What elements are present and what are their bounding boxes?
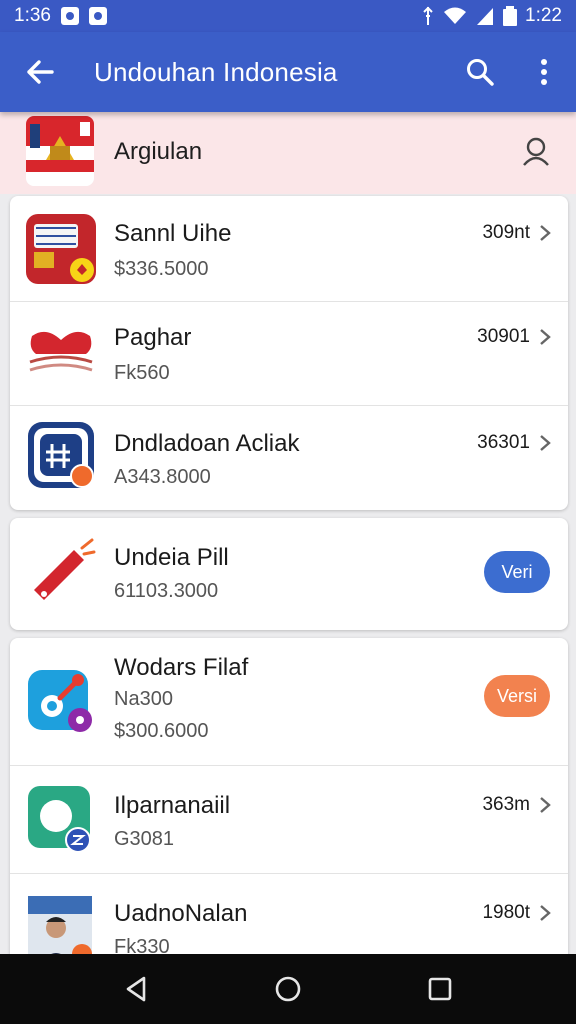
back-button[interactable] xyxy=(0,32,80,112)
app-icon-wodars xyxy=(26,666,96,736)
chevron-right-icon xyxy=(540,225,551,241)
app-group-card: Sannl Uihe $336.5000 309nt Paghar Fk560 … xyxy=(10,196,568,510)
list-item[interactable]: Wodars Filaf Na300 $300.6000 Versi xyxy=(10,638,568,766)
item-subtitle-2: $300.6000 xyxy=(114,720,209,742)
item-name: Sannl Uihe xyxy=(114,220,232,247)
search-button[interactable] xyxy=(448,32,512,112)
item-subtitle: 61103.3000 xyxy=(114,580,219,602)
item-name: Paghar xyxy=(114,324,192,351)
item-value: 363m xyxy=(482,794,530,815)
status-time: 1:36 xyxy=(14,5,51,26)
category-label: Argiulan xyxy=(114,138,203,165)
category-header[interactable]: Argiulan xyxy=(0,112,576,194)
status-clock-right: 1:22 xyxy=(525,5,562,26)
list-item[interactable]: Paghar Fk560 30901 xyxy=(10,302,568,406)
page-title: Undouhan Indonesia xyxy=(94,56,338,87)
item-value: 1980t xyxy=(482,902,530,923)
item-name: UadnoNalan xyxy=(114,900,248,927)
app-icon-dndladoan xyxy=(26,420,96,490)
nav-back-icon xyxy=(126,976,146,1002)
nav-back-button[interactable] xyxy=(106,959,166,1019)
app-icon-paghar xyxy=(26,318,96,388)
user-icon xyxy=(523,137,549,166)
list-item[interactable]: Undeia Pill 61103.3000 Veri xyxy=(10,518,568,630)
item-value: 309nt xyxy=(482,222,530,243)
app-icon-sannl xyxy=(26,214,96,284)
versi-button[interactable]: Versi xyxy=(484,675,550,717)
notification-icon xyxy=(60,7,79,25)
nav-home-button[interactable] xyxy=(258,959,318,1019)
item-subtitle: G3081 xyxy=(114,828,175,850)
app-group-card: Undeia Pill 61103.3000 Veri xyxy=(10,518,568,630)
item-subtitle: A343.8000 xyxy=(114,466,211,488)
veri-button[interactable]: Veri xyxy=(484,551,550,593)
item-name: Undeia Pill xyxy=(114,544,229,571)
nav-recents-button[interactable] xyxy=(410,959,470,1019)
list-item[interactable]: Dndladoan Acliak A343.8000 36301 xyxy=(10,406,568,510)
search-icon xyxy=(467,59,494,86)
signal-icon xyxy=(477,8,494,25)
app-icon-ilparnanaiil xyxy=(26,786,96,856)
wifi-icon xyxy=(444,7,467,24)
overflow-menu-button[interactable] xyxy=(512,32,576,112)
item-value: 36301 xyxy=(477,432,530,453)
arrow-left-icon xyxy=(27,60,54,84)
item-value: 30901 xyxy=(477,326,530,347)
chevron-right-icon xyxy=(540,435,551,451)
nav-recents-icon xyxy=(428,977,452,1001)
battery-icon xyxy=(503,6,518,26)
chevron-right-icon xyxy=(540,797,551,813)
app-icon xyxy=(88,7,107,25)
item-subtitle: $336.5000 xyxy=(114,258,209,280)
category-user-button[interactable] xyxy=(522,136,550,171)
status-bar: 1:36 1:22 xyxy=(0,0,576,32)
nav-home-icon xyxy=(275,976,301,1002)
item-subtitle: Fk560 xyxy=(114,362,170,384)
app-bar: Undouhan Indonesia xyxy=(0,32,576,112)
category-thumbnail xyxy=(26,116,94,186)
app-icon-undeia xyxy=(26,538,96,608)
item-name: Dndladoan Acliak xyxy=(114,430,300,457)
system-nav-bar xyxy=(0,954,576,1024)
list-item[interactable]: Sannl Uihe $336.5000 309nt xyxy=(10,196,568,302)
item-subtitle: Na300 xyxy=(114,688,173,710)
item-name: Wodars Filaf xyxy=(114,654,249,681)
chevron-right-icon xyxy=(540,329,551,345)
list-item[interactable]: Ilparnanaiil G3081 363m xyxy=(10,766,568,874)
chevron-right-icon xyxy=(540,905,551,921)
app-group-card: Wodars Filaf Na300 $300.6000 Versi Ilpar… xyxy=(10,638,568,968)
more-vert-icon xyxy=(541,59,547,85)
item-name: Ilparnanaiil xyxy=(114,792,231,819)
vibrate-icon xyxy=(423,6,433,25)
